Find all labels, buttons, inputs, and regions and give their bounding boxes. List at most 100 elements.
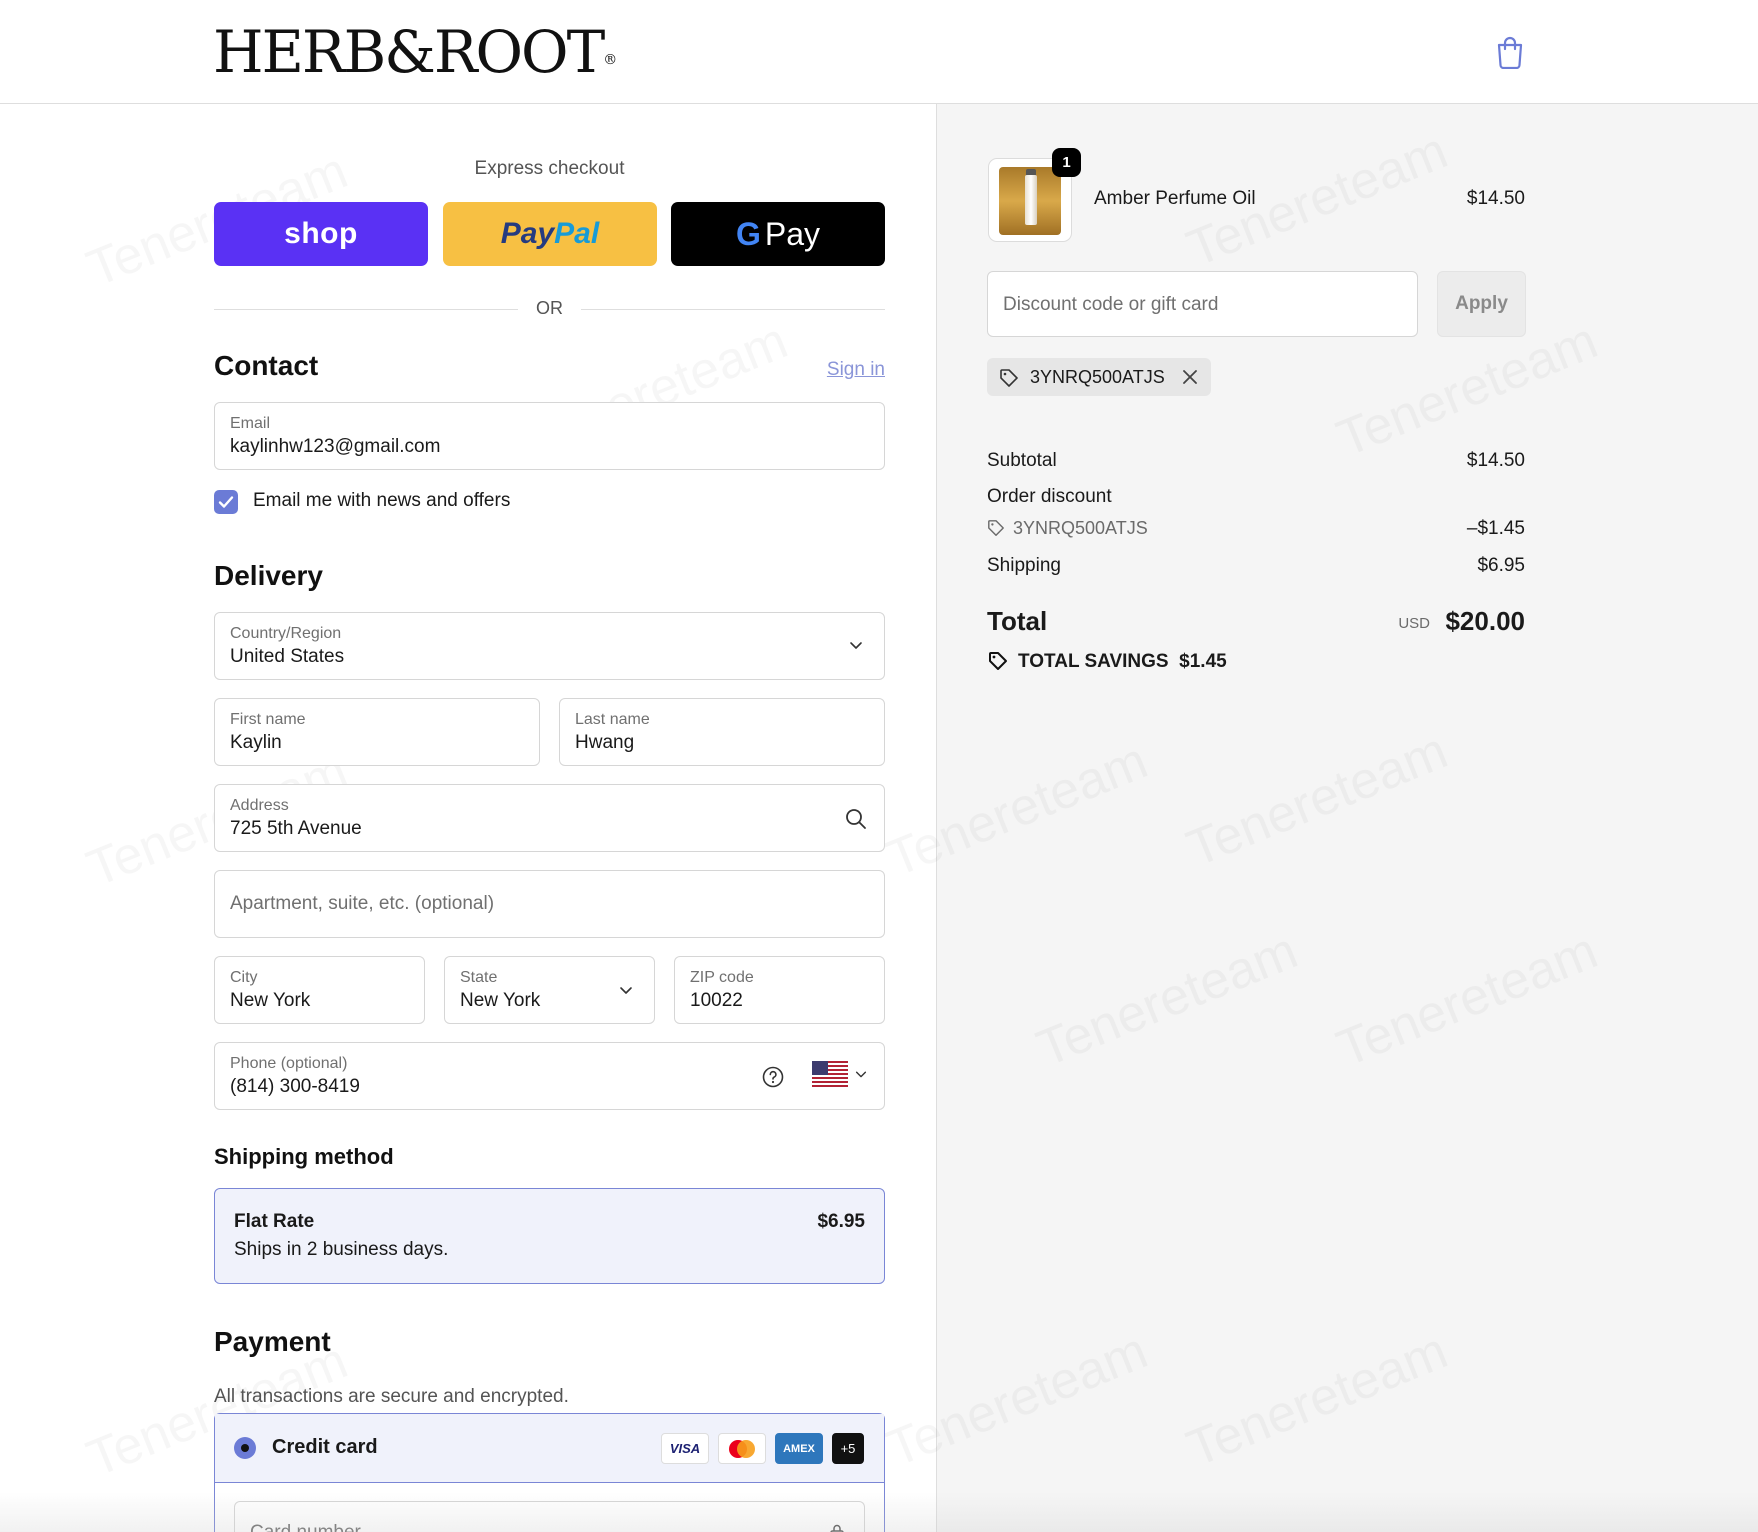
- email-value: kaylinhw123@gmail.com: [230, 436, 441, 457]
- news-checkbox-label: Email me with news and offers: [253, 490, 511, 511]
- visa-label: VISA: [669, 1441, 701, 1456]
- email-field[interactable]: Email kaylinhw123@gmail.com: [214, 402, 885, 470]
- country-label: Country/Region: [230, 625, 342, 642]
- first-name-field[interactable]: First name Kaylin: [214, 698, 540, 766]
- applied-code-text: 3YNRQ500ATJS: [1030, 367, 1165, 387]
- shipping-option-price: $6.95: [817, 1211, 865, 1232]
- discount-code-line: 3YNRQ500ATJS: [987, 518, 1148, 539]
- shipping-option-name: Flat Rate: [234, 1211, 315, 1232]
- card-number-field[interactable]: Card number: [234, 1501, 865, 1532]
- card-number-placeholder: Card number: [250, 1522, 361, 1532]
- news-checkbox[interactable]: [214, 490, 238, 514]
- visa-icon: VISA: [661, 1433, 709, 1464]
- shipping-option-desc: Ships in 2 business days.: [234, 1239, 449, 1260]
- quantity-badge: 1: [1052, 148, 1081, 177]
- country-code-select[interactable]: [812, 1061, 872, 1091]
- savings-value: $1.45: [1179, 651, 1227, 672]
- remove-discount-icon[interactable]: [1181, 368, 1199, 386]
- paypal-label-pal: Pal: [554, 217, 600, 250]
- more-cards-badge: +5: [832, 1433, 864, 1464]
- country-select[interactable]: Country/Region United States: [214, 612, 885, 680]
- or-label: OR: [536, 298, 563, 318]
- brand-logo[interactable]: HERB&ROOT®: [213, 20, 617, 84]
- mastercard-icon: [718, 1433, 766, 1464]
- city-field[interactable]: City New York: [214, 956, 425, 1024]
- subtotal-label: Subtotal: [987, 450, 1057, 471]
- delivery-title: Delivery: [214, 560, 323, 591]
- checkmark-icon: [218, 496, 234, 508]
- address-label: Address: [230, 797, 289, 814]
- help-icon[interactable]: [761, 1065, 785, 1089]
- brand-logo-text: HERB&ROOT: [213, 18, 605, 86]
- savings-label: TOTAL SAVINGS: [1018, 651, 1169, 672]
- google-g-icon: G: [735, 215, 761, 252]
- tag-icon: [1000, 369, 1018, 387]
- chevron-down-icon: [850, 642, 862, 649]
- paypal-label-pay: Pay: [500, 217, 555, 250]
- phone-value: (814) 300-8419: [230, 1076, 360, 1097]
- country-value: United States: [230, 646, 345, 667]
- paypal-button[interactable]: Pay Pal: [443, 202, 657, 266]
- discount-value: –$1.45: [1466, 518, 1525, 539]
- applied-discount-chip: 3YNRQ500ATJS: [987, 358, 1211, 396]
- sign-in-link[interactable]: Sign in: [827, 359, 885, 381]
- address-field[interactable]: Address 725 5th Avenue: [214, 784, 885, 852]
- discount-code-input[interactable]: Discount code or gift card: [987, 271, 1418, 337]
- order-discount-label: Order discount: [987, 486, 1112, 507]
- credit-card-option[interactable]: Credit card VISA AMEX +5 Card number: [214, 1413, 885, 1532]
- shipping-method-title: Shipping method: [214, 1144, 394, 1169]
- address-value: 725 5th Avenue: [230, 818, 362, 839]
- apartment-placeholder: Apartment, suite, etc. (optional): [230, 893, 495, 914]
- shipping-option-flat-rate[interactable]: Flat Rate Ships in 2 business days. $6.9…: [214, 1188, 885, 1284]
- state-select[interactable]: State New York: [444, 956, 655, 1024]
- lock-icon: [830, 1524, 844, 1532]
- zip-value: 10022: [690, 990, 743, 1011]
- savings-tag-icon: [989, 652, 1007, 670]
- google-pay-button[interactable]: G Pay: [671, 202, 885, 266]
- apply-discount-button[interactable]: Apply: [1437, 271, 1526, 337]
- zip-field[interactable]: ZIP code 10022: [674, 956, 885, 1024]
- search-icon[interactable]: [844, 807, 868, 831]
- total-value: $20.00: [1445, 606, 1525, 636]
- subtotal-value: $14.50: [1466, 450, 1525, 471]
- product-name: Amber Perfume Oil: [1094, 188, 1256, 209]
- google-pay-label: Pay: [764, 215, 821, 252]
- shipping-value: $6.95: [1477, 555, 1525, 576]
- phone-field[interactable]: Phone (optional) (814) 300-8419: [214, 1042, 885, 1110]
- or-divider: OR: [214, 294, 885, 324]
- more-cards-label: +5: [840, 1441, 856, 1456]
- last-name-value: Hwang: [575, 732, 635, 753]
- express-checkout-title: Express checkout: [474, 158, 625, 179]
- discount-code-text: 3YNRQ500ATJS: [1013, 518, 1148, 538]
- shopping-bag-icon[interactable]: [1495, 35, 1525, 69]
- chevron-down-icon: [855, 1071, 867, 1078]
- last-name-label: Last name: [575, 711, 650, 728]
- credit-card-header[interactable]: Credit card VISA AMEX +5: [215, 1414, 884, 1483]
- discount-placeholder: Discount code or gift card: [1003, 294, 1219, 315]
- last-name-field[interactable]: Last name Hwang: [559, 698, 885, 766]
- zip-label: ZIP code: [690, 969, 754, 986]
- product-image: [999, 167, 1061, 235]
- product-price: $14.50: [1466, 188, 1525, 209]
- shop-pay-button[interactable]: shop: [214, 202, 428, 266]
- payment-subtitle: All transactions are secure and encrypte…: [214, 1386, 569, 1407]
- payment-title: Payment: [214, 1326, 331, 1357]
- us-flag-icon: [812, 1061, 848, 1087]
- city-label: City: [230, 969, 258, 986]
- tag-icon: [988, 520, 1004, 536]
- first-name-value: Kaylin: [230, 732, 282, 753]
- city-value: New York: [230, 990, 311, 1011]
- total-savings: TOTAL SAVINGS $1.45: [987, 650, 1227, 673]
- state-value: New York: [460, 990, 541, 1011]
- mastercard-circles: [729, 1439, 755, 1458]
- contact-title: Contact: [214, 350, 319, 381]
- email-label: Email: [230, 415, 271, 432]
- phone-label: Phone (optional): [230, 1055, 348, 1072]
- apartment-field[interactable]: Apartment, suite, etc. (optional): [214, 870, 885, 938]
- registered-mark: ®: [603, 52, 618, 68]
- shop-pay-label: shop: [284, 217, 358, 250]
- chevron-down-icon: [620, 987, 632, 994]
- perfume-bottle: [1025, 175, 1037, 225]
- credit-card-radio[interactable]: [234, 1437, 256, 1459]
- state-label: State: [460, 969, 498, 986]
